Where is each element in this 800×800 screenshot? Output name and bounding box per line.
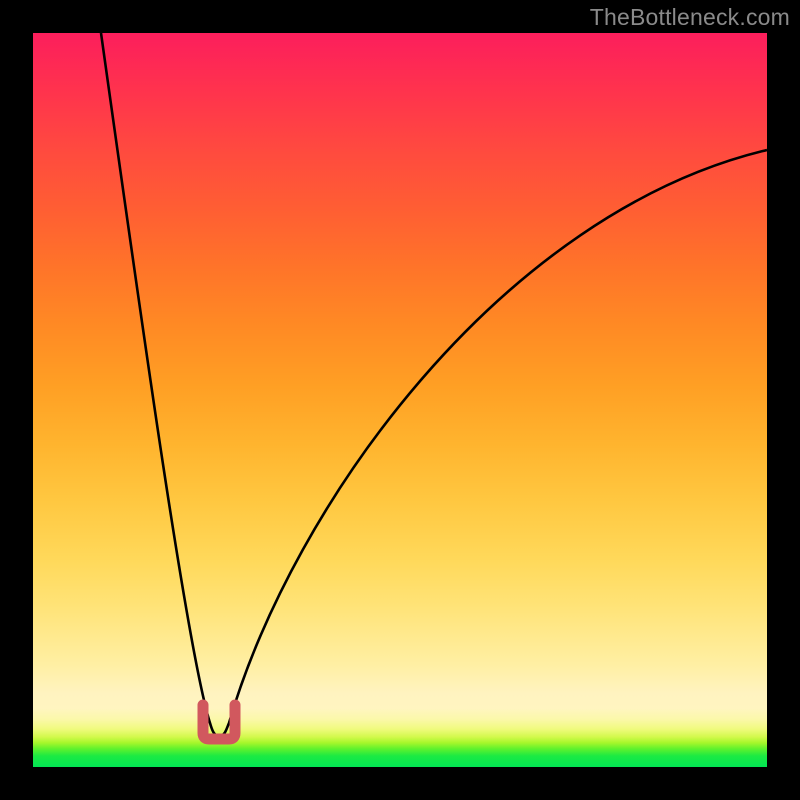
watermark-text: TheBottleneck.com bbox=[590, 4, 790, 31]
chart-plot-area bbox=[33, 33, 767, 767]
minimum-bracket-marker bbox=[203, 705, 235, 739]
chart-frame: TheBottleneck.com bbox=[0, 0, 800, 800]
bottleneck-curve bbox=[101, 33, 767, 736]
chart-svg bbox=[33, 33, 767, 767]
